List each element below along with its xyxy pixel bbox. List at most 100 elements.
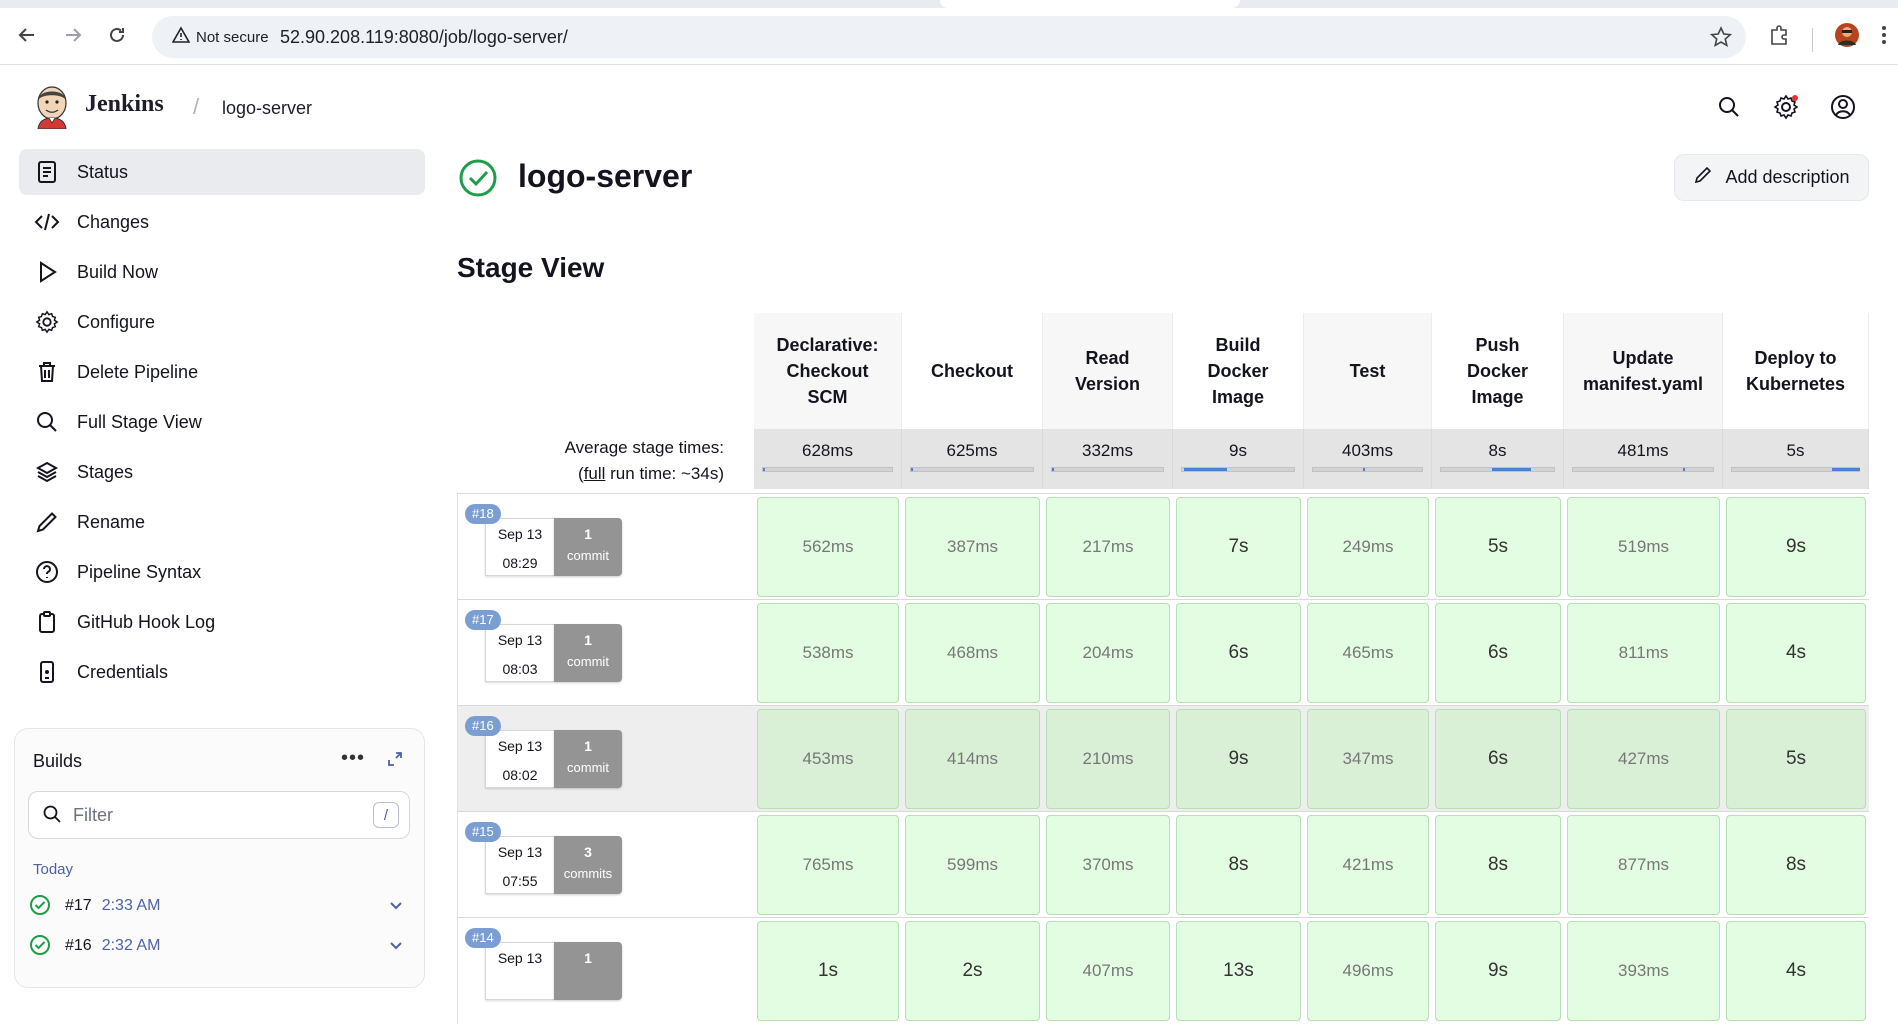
run-badge[interactable]: #17 <box>465 610 501 630</box>
stage-duration-cell[interactable]: 519ms <box>1567 497 1720 597</box>
stage-header-line: Test <box>1349 361 1386 381</box>
stage-duration-cell[interactable]: 414ms <box>905 709 1040 809</box>
active-tab[interactable] <box>940 0 1240 8</box>
run-commits[interactable]: 1 <box>554 942 622 1000</box>
profile-avatar[interactable] <box>1832 20 1862 50</box>
build-time[interactable]: 2:33 AM <box>102 897 161 915</box>
stage-duration-cell[interactable]: 6s <box>1176 603 1301 703</box>
expand-icon[interactable] <box>385 749 407 771</box>
stage-duration-cell[interactable]: 7s <box>1176 497 1301 597</box>
run-commits[interactable]: 3 commits <box>554 836 622 894</box>
search-icon[interactable] <box>1714 92 1744 122</box>
stage-duration-cell[interactable]: 9s <box>1726 497 1866 597</box>
stage-duration-cell[interactable]: 811ms <box>1567 603 1720 703</box>
sidebar-item-full-stage-view[interactable]: Full Stage View <box>19 399 425 445</box>
stage-duration-cell[interactable]: 13s <box>1176 921 1301 1021</box>
chrome-menu-icon[interactable] <box>1874 20 1894 50</box>
stage-duration-cell[interactable]: 347ms <box>1307 709 1429 809</box>
jenkins-logo[interactable] <box>34 83 70 130</box>
stage-duration-cell[interactable]: 9s <box>1176 709 1301 809</box>
jenkins-brand[interactable]: Jenkins <box>85 91 164 118</box>
layers-icon <box>33 458 61 486</box>
stage-duration-cell[interactable]: 217ms <box>1046 497 1170 597</box>
bookmark-star-icon[interactable] <box>1709 26 1733 48</box>
run-date-box[interactable]: Sep 13 08:29 <box>485 518 554 576</box>
breadcrumb-job[interactable]: logo-server <box>222 98 312 119</box>
stage-duration-cell[interactable]: 421ms <box>1307 815 1429 915</box>
stage-duration-cell[interactable]: 465ms <box>1307 603 1429 703</box>
sidebar-item-stages[interactable]: Stages <box>19 449 425 495</box>
run-date-box[interactable]: Sep 13 08:03 <box>485 624 554 682</box>
stage-duration-cell[interactable]: 538ms <box>757 603 899 703</box>
full-run-time-link[interactable]: full <box>584 464 606 483</box>
security-chip[interactable]: Not secure <box>162 21 279 53</box>
more-options-icon[interactable]: ••• <box>341 747 365 770</box>
user-account-icon[interactable] <box>1828 92 1858 122</box>
manage-gear-icon[interactable] <box>1771 92 1801 122</box>
build-list-item[interactable]: #17 2:33 AM <box>29 891 409 921</box>
stage-duration-cell[interactable]: 249ms <box>1307 497 1429 597</box>
stage-duration-cell[interactable]: 599ms <box>905 815 1040 915</box>
forward-icon[interactable] <box>58 20 88 50</box>
stage-duration-cell[interactable]: 6s <box>1435 709 1561 809</box>
run-commits[interactable]: 1 commit <box>554 624 622 682</box>
url-text[interactable]: 52.90.208.119:8080/job/logo-server/ <box>280 27 568 48</box>
sidebar-item-credentials[interactable]: Credentials <box>19 649 425 695</box>
run-date-box[interactable]: Sep 13 07:55 <box>485 836 554 894</box>
stage-duration-cell[interactable]: 387ms <box>905 497 1040 597</box>
sidebar-item-pipeline-syntax[interactable]: Pipeline Syntax <box>19 549 425 595</box>
sidebar-item-status[interactable]: Status <box>19 149 425 195</box>
reload-icon[interactable] <box>102 20 132 50</box>
stage-duration-cell[interactable]: 8s <box>1176 815 1301 915</box>
stage-duration-cell[interactable]: 4s <box>1726 921 1866 1021</box>
build-number[interactable]: #17 <box>65 897 92 915</box>
stage-duration-cell[interactable]: 496ms <box>1307 921 1429 1021</box>
stage-duration-cell[interactable]: 4s <box>1726 603 1866 703</box>
stage-duration-cell[interactable]: 5s <box>1726 709 1866 809</box>
stage-duration-cell[interactable]: 393ms <box>1567 921 1720 1021</box>
stage-duration-cell[interactable]: 1s <box>757 921 899 1021</box>
extensions-icon[interactable] <box>1764 20 1794 50</box>
address-bar[interactable]: Not secure 52.90.208.119:8080/job/logo-s… <box>152 16 1746 58</box>
stage-duration-cell[interactable]: 453ms <box>757 709 899 809</box>
sidebar-item-build-now[interactable]: Build Now <box>19 249 425 295</box>
chevron-down-icon[interactable] <box>385 934 409 958</box>
stage-duration-cell[interactable]: 407ms <box>1046 921 1170 1021</box>
stage-duration-cell[interactable]: 210ms <box>1046 709 1170 809</box>
gear-icon <box>33 308 61 336</box>
run-badge[interactable]: #16 <box>465 716 501 736</box>
sidebar-item-delete-pipeline[interactable]: Delete Pipeline <box>19 349 425 395</box>
stage-duration-cell[interactable]: 9s <box>1435 921 1561 1021</box>
run-badge[interactable]: #18 <box>465 504 501 524</box>
stage-duration-cell[interactable]: 5s <box>1435 497 1561 597</box>
add-description-button[interactable]: Add description <box>1674 154 1869 201</box>
sidebar-item-changes[interactable]: Changes <box>19 199 425 245</box>
sidebar-item-github-hook-log[interactable]: GitHub Hook Log <box>19 599 425 645</box>
run-badge[interactable]: #14 <box>465 928 501 948</box>
stage-duration-cell[interactable]: 468ms <box>905 603 1040 703</box>
filter-input[interactable] <box>73 802 353 828</box>
stage-duration-cell[interactable]: 2s <box>905 921 1040 1021</box>
stage-duration-cell[interactable]: 427ms <box>1567 709 1720 809</box>
stage-duration-cell[interactable]: 204ms <box>1046 603 1170 703</box>
run-date-box[interactable]: Sep 13 08:02 <box>485 730 554 788</box>
stage-duration-cell[interactable]: 877ms <box>1567 815 1720 915</box>
run-commits[interactable]: 1 commit <box>554 730 622 788</box>
build-number[interactable]: #16 <box>65 937 92 955</box>
stage-duration-cell[interactable]: 765ms <box>757 815 899 915</box>
stage-duration-cell[interactable]: 370ms <box>1046 815 1170 915</box>
sidebar-item-configure[interactable]: Configure <box>19 299 425 345</box>
chevron-down-icon[interactable] <box>385 894 409 918</box>
back-icon[interactable] <box>12 20 42 50</box>
builds-filter[interactable]: / <box>28 791 410 839</box>
stage-duration-cell[interactable]: 6s <box>1435 603 1561 703</box>
sidebar-item-rename[interactable]: Rename <box>19 499 425 545</box>
run-badge[interactable]: #15 <box>465 822 501 842</box>
build-list-item[interactable]: #16 2:32 AM <box>29 931 409 961</box>
stage-duration-cell[interactable]: 562ms <box>757 497 899 597</box>
run-commits[interactable]: 1 commit <box>554 518 622 576</box>
stage-duration-cell[interactable]: 8s <box>1435 815 1561 915</box>
run-date-box[interactable]: Sep 13 <box>485 942 554 1000</box>
stage-duration-cell[interactable]: 8s <box>1726 815 1866 915</box>
build-time[interactable]: 2:32 AM <box>102 937 161 955</box>
